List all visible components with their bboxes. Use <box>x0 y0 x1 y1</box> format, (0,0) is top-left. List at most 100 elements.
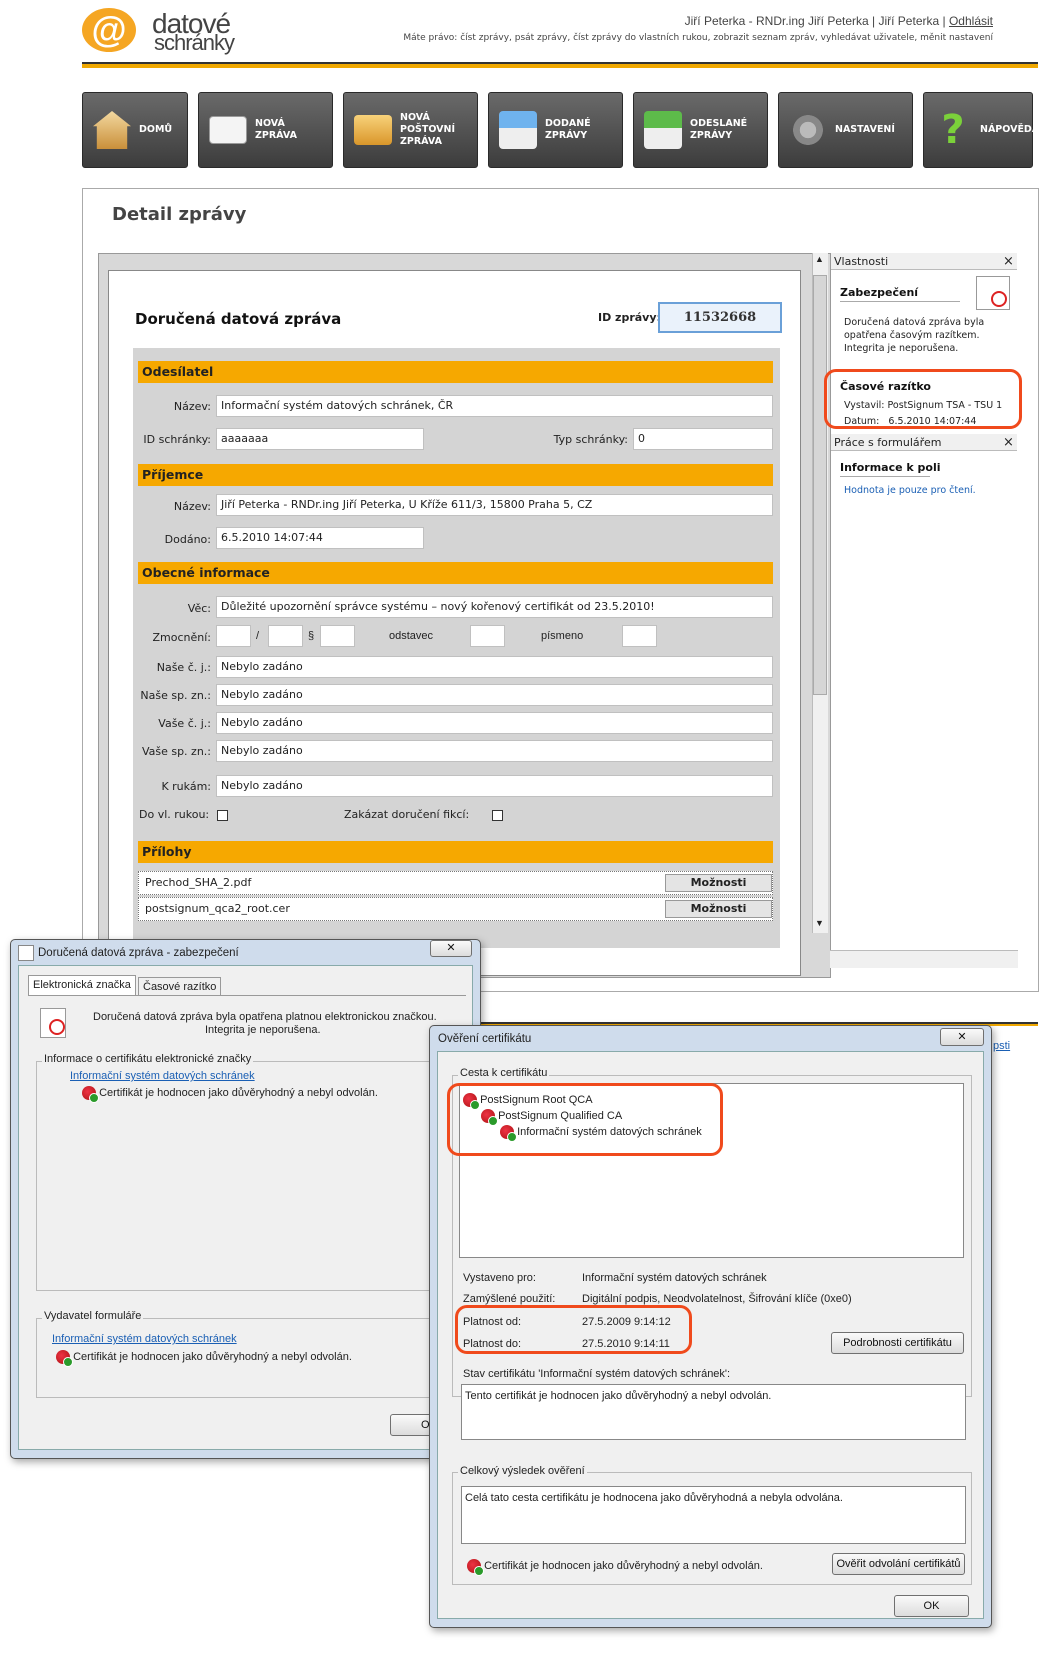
dialog-close-button[interactable]: ✕ <box>940 1028 984 1046</box>
properties-panel <box>830 253 1018 978</box>
question-icon: ? <box>941 107 965 153</box>
pismeno-field[interactable] <box>622 625 657 647</box>
validity-highlight <box>455 1305 692 1354</box>
your-file-field[interactable]: Nebylo zadáno <box>216 740 773 762</box>
dialog-app-icon <box>18 945 34 961</box>
odstavec-label: odstavec <box>389 630 434 642</box>
authorization-year-field[interactable] <box>268 625 303 647</box>
box-type-field[interactable]: 0 <box>633 428 773 450</box>
nav-sent-button[interactable]: ODESLANÉ ZPRÁVY <box>633 92 768 168</box>
user-name: Jiří Peterka - RNDr.ing Jiří Peterka | J… <box>684 14 946 28</box>
result-status-text: Certifikát je hodnocen jako důvěryhodný … <box>484 1559 763 1572</box>
dialog-title: Ověření certifikátu <box>438 1033 532 1045</box>
delivered-field[interactable]: 6.5.2010 14:07:44 <box>216 527 424 549</box>
nav-label: DOMŮ <box>139 124 173 135</box>
authorization-law-field[interactable] <box>216 625 251 647</box>
cert-details-button[interactable]: Podrobnosti certifikátu <box>831 1332 964 1354</box>
paragraph-sign: § <box>308 630 315 642</box>
seal-document-icon <box>40 1008 66 1038</box>
result-status: Certifikát je hodnocen jako důvěryhodný … <box>467 1559 763 1576</box>
cert-status-text: Certifikát je hodnocen jako důvěryhodný … <box>99 1086 378 1099</box>
certificate-seal-icon <box>467 1559 484 1576</box>
field-info-text: Hodnota je pouze pro čtení. <box>844 485 976 496</box>
fiction-checkbox[interactable] <box>492 810 503 821</box>
result-value: Celá tato cesta certifikátu je hodnocena… <box>465 1492 843 1504</box>
attachment-options-button[interactable]: Možnosti <box>665 900 772 918</box>
authorization-label: Zmocnění: <box>152 631 211 644</box>
form-work-title: Práce s formulářem <box>834 436 942 449</box>
footer-link[interactable]: psti <box>993 1040 1010 1052</box>
scroll-up-icon[interactable]: ▲ <box>815 254 824 264</box>
to-hands-label: K rukám: <box>161 780 211 793</box>
security-line: Doručená datová zpráva byla <box>844 317 985 328</box>
usage-label: Zamýšlené použití: <box>463 1293 556 1305</box>
nav-label: ZPRÁVY <box>690 130 733 141</box>
usage-value: Digitální podpis, Neodvolatelnost, Šifro… <box>582 1293 852 1305</box>
authorization-paragraph-field[interactable] <box>320 625 355 647</box>
our-file-label: Naše sp. zn.: <box>140 689 211 702</box>
nav-home-button[interactable]: DOMŮ <box>82 92 188 168</box>
tab-timestamp[interactable]: Časové razítko <box>138 977 222 995</box>
section-recipient: Příjemce <box>138 464 773 486</box>
verify-revocation-button[interactable]: Ověřit odvolání certifikátů <box>832 1553 965 1575</box>
nav-label: NOVÁ <box>400 112 430 123</box>
security-line: opatřena časovým razítkem. <box>844 330 980 341</box>
message-id-label: ID zprávy: <box>598 311 661 324</box>
dialog2-ok-button[interactable]: OK <box>894 1595 969 1617</box>
close-icon[interactable]: × <box>1003 253 1014 270</box>
our-ref-label: Naše č. j.: <box>156 661 211 674</box>
header-divider-accent <box>82 66 1038 68</box>
outbox-icon <box>644 111 682 149</box>
our-ref-field[interactable]: Nebylo zadáno <box>216 656 773 678</box>
delivered-label: Dodáno: <box>164 533 211 546</box>
scrollbar-thumb[interactable] <box>813 275 827 695</box>
to-hands-field[interactable]: Nebylo zadáno <box>216 775 773 797</box>
cert-link[interactable]: Informační systém datových schránek <box>70 1070 255 1082</box>
sender-name-field[interactable]: Informační systém datových schránek, ČR <box>216 395 773 417</box>
recipient-name-label: Název: <box>173 500 211 513</box>
properties-header: Vlastnosti <box>831 253 1017 270</box>
issuer-value: PostSignum TSA - TSU 1 <box>887 400 1003 411</box>
page-title: Detail zprávy <box>112 204 247 225</box>
nav-settings-button[interactable]: NASTAVENÍ <box>778 92 913 168</box>
cert-status: Certifikát je hodnocen jako důvěryhodný … <box>82 1086 378 1103</box>
attachment-name: postsignum_qca2_root.cer <box>145 902 290 915</box>
attachment-options-button[interactable]: Možnosti <box>665 874 772 892</box>
issuer-link[interactable]: Informační systém datových schránek <box>52 1333 237 1345</box>
tab-electronic-seal[interactable]: Elektronická značka <box>28 975 136 995</box>
scroll-down-icon[interactable]: ▼ <box>815 918 824 928</box>
odstavec-field[interactable] <box>470 625 505 647</box>
user-info: Jiří Peterka - RNDr.ing Jiří Peterka | J… <box>685 14 993 28</box>
nav-label: ZPRÁVY <box>545 130 588 141</box>
our-file-field[interactable]: Nebylo zadáno <box>216 684 773 706</box>
issuer-label: Vystavil: <box>844 400 885 411</box>
personal-delivery-checkbox[interactable] <box>217 810 228 821</box>
cert-status-value: Tento certifikát je hodnocen jako důvěry… <box>465 1390 772 1402</box>
timestamp-date: Datum: 6.5.2010 14:07:44 <box>844 415 976 428</box>
your-ref-field[interactable]: Nebylo zadáno <box>216 712 773 734</box>
nav-label: NASTAVENÍ <box>835 124 895 135</box>
cert-info-group-title: Informace o certifikátu elektronické zna… <box>42 1053 254 1065</box>
nav-new-postal-button[interactable]: NOVÁ POŠTOVNÍ ZPRÁVA <box>343 92 478 168</box>
nav-received-button[interactable]: DODANÉ ZPRÁVY <box>488 92 623 168</box>
nav-new-message-button[interactable]: NOVÁ ZPRÁVA <box>198 92 333 168</box>
nav-label: NÁPOVĚDA <box>980 124 1040 135</box>
issuer-group-title: Vydavatel formuláře <box>42 1310 144 1322</box>
money-envelope-icon <box>354 115 392 145</box>
close-icon[interactable]: × <box>1003 434 1014 451</box>
security-line: Integrita je neporušena. <box>844 343 959 354</box>
section-attachments: Přílohy <box>138 841 773 863</box>
dialog-close-button[interactable]: ✕ <box>430 940 472 957</box>
nav-help-button[interactable]: ? NÁPOVĚDA <box>923 92 1039 168</box>
properties-title: Vlastnosti <box>834 255 889 268</box>
nav-label: NOVÁ <box>255 118 285 129</box>
logout-link[interactable]: Odhlásit <box>949 14 993 28</box>
sender-box-field[interactable]: aaaaaaa <box>216 428 424 450</box>
message-id-field[interactable]: 11532668 <box>658 302 782 333</box>
gears-icon <box>789 111 827 149</box>
recipient-name-field[interactable]: Jiří Peterka - RNDr.ing Jiří Peterka, U … <box>216 494 773 516</box>
subject-field[interactable]: Důležité upozornění správce systému – no… <box>216 596 773 618</box>
nav-label: ZPRÁVA <box>400 136 442 147</box>
form-work-header: Práce s formulářem <box>831 434 1017 451</box>
nav-label: POŠTOVNÍ <box>400 124 456 135</box>
